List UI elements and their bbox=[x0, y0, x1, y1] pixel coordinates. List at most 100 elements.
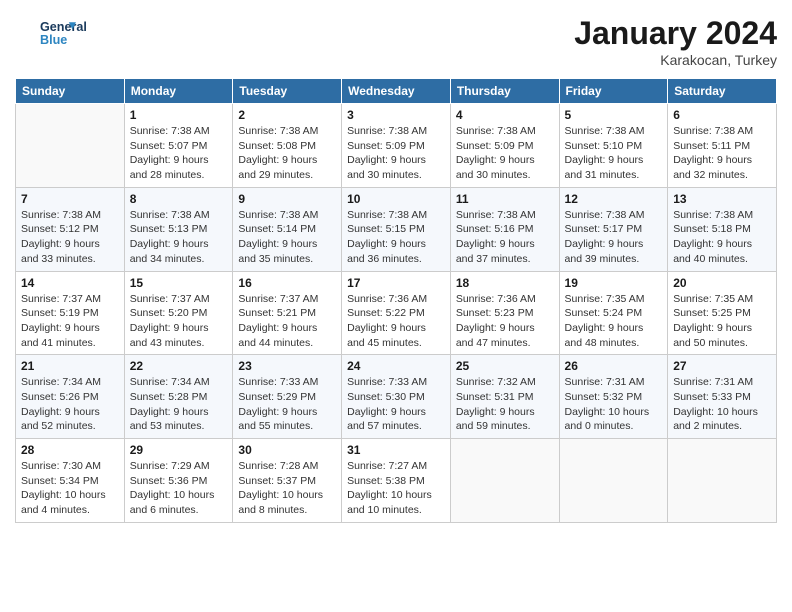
day-number: 6 bbox=[673, 108, 771, 122]
day-info: Sunrise: 7:38 AMSunset: 5:12 PMDaylight:… bbox=[21, 208, 119, 267]
month-title: January 2024 bbox=[574, 15, 777, 52]
day-number: 28 bbox=[21, 443, 119, 457]
day-header-friday: Friday bbox=[559, 79, 668, 104]
day-number: 24 bbox=[347, 359, 445, 373]
day-info: Sunrise: 7:38 AMSunset: 5:15 PMDaylight:… bbox=[347, 208, 445, 267]
day-number: 21 bbox=[21, 359, 119, 373]
day-number: 14 bbox=[21, 276, 119, 290]
day-info: Sunrise: 7:30 AMSunset: 5:34 PMDaylight:… bbox=[21, 459, 119, 518]
calendar-cell: 17 Sunrise: 7:36 AMSunset: 5:22 PMDayligh… bbox=[342, 271, 451, 355]
day-info: Sunrise: 7:29 AMSunset: 5:36 PMDaylight:… bbox=[130, 459, 228, 518]
header: General Blue January 2024 Karakocan, Tur… bbox=[15, 15, 777, 68]
day-info: Sunrise: 7:38 AMSunset: 5:11 PMDaylight:… bbox=[673, 124, 771, 183]
calendar-cell: 24 Sunrise: 7:33 AMSunset: 5:30 PMDayligh… bbox=[342, 355, 451, 439]
day-info: Sunrise: 7:31 AMSunset: 5:33 PMDaylight:… bbox=[673, 375, 771, 434]
day-info: Sunrise: 7:31 AMSunset: 5:32 PMDaylight:… bbox=[565, 375, 663, 434]
day-number: 20 bbox=[673, 276, 771, 290]
calendar-cell: 7 Sunrise: 7:38 AMSunset: 5:12 PMDaylight… bbox=[16, 187, 125, 271]
day-info: Sunrise: 7:38 AMSunset: 5:14 PMDaylight:… bbox=[238, 208, 336, 267]
day-number: 18 bbox=[456, 276, 554, 290]
day-info: Sunrise: 7:37 AMSunset: 5:20 PMDaylight:… bbox=[130, 292, 228, 351]
calendar-cell: 13Sunrise: 7:38 AMSunset: 5:18 PMDayligh… bbox=[668, 187, 777, 271]
calendar-cell: 27 Sunrise: 7:31 AMSunset: 5:33 PMDayligh… bbox=[668, 355, 777, 439]
day-info: Sunrise: 7:34 AMSunset: 5:26 PMDaylight:… bbox=[21, 375, 119, 434]
calendar-cell: 15 Sunrise: 7:37 AMSunset: 5:20 PMDayligh… bbox=[124, 271, 233, 355]
day-info: Sunrise: 7:34 AMSunset: 5:28 PMDaylight:… bbox=[130, 375, 228, 434]
day-number: 16 bbox=[238, 276, 336, 290]
day-number: 15 bbox=[130, 276, 228, 290]
calendar-cell: 29Sunrise: 7:29 AMSunset: 5:36 PMDayligh… bbox=[124, 439, 233, 523]
logo: General Blue bbox=[15, 15, 98, 56]
day-info: Sunrise: 7:38 AMSunset: 5:13 PMDaylight:… bbox=[130, 208, 228, 267]
day-number: 31 bbox=[347, 443, 445, 457]
calendar-cell: 18 Sunrise: 7:36 AMSunset: 5:23 PMDayligh… bbox=[450, 271, 559, 355]
day-number: 4 bbox=[456, 108, 554, 122]
day-info: Sunrise: 7:38 AMSunset: 5:07 PMDaylight:… bbox=[130, 124, 228, 183]
svg-text:Blue: Blue bbox=[40, 33, 67, 47]
day-info: Sunrise: 7:28 AMSunset: 5:37 PMDaylight:… bbox=[238, 459, 336, 518]
week-row-4: 21 Sunrise: 7:34 AMSunset: 5:26 PMDayligh… bbox=[16, 355, 777, 439]
calendar-cell bbox=[559, 439, 668, 523]
calendar-cell: 19 Sunrise: 7:35 AMSunset: 5:24 PMDayligh… bbox=[559, 271, 668, 355]
day-number: 8 bbox=[130, 192, 228, 206]
calendar-header-row: SundayMondayTuesdayWednesdayThursdayFrid… bbox=[16, 79, 777, 104]
day-info: Sunrise: 7:38 AMSunset: 5:09 PMDaylight:… bbox=[456, 124, 554, 183]
title-section: January 2024 Karakocan, Turkey bbox=[574, 15, 777, 68]
calendar-cell: 2Sunrise: 7:38 AMSunset: 5:08 PMDaylight… bbox=[233, 104, 342, 188]
calendar-cell bbox=[668, 439, 777, 523]
day-number: 7 bbox=[21, 192, 119, 206]
calendar-cell: 4 Sunrise: 7:38 AMSunset: 5:09 PMDaylight… bbox=[450, 104, 559, 188]
day-number: 11 bbox=[456, 192, 554, 206]
calendar-cell: 6 Sunrise: 7:38 AMSunset: 5:11 PMDaylight… bbox=[668, 104, 777, 188]
calendar-cell: 3Sunrise: 7:38 AMSunset: 5:09 PMDaylight… bbox=[342, 104, 451, 188]
day-info: Sunrise: 7:36 AMSunset: 5:23 PMDaylight:… bbox=[456, 292, 554, 351]
day-number: 19 bbox=[565, 276, 663, 290]
calendar-cell: 28 Sunrise: 7:30 AMSunset: 5:34 PMDayligh… bbox=[16, 439, 125, 523]
day-number: 10 bbox=[347, 192, 445, 206]
calendar-cell: 31 Sunrise: 7:27 AMSunset: 5:38 PMDayligh… bbox=[342, 439, 451, 523]
calendar-cell: 10 Sunrise: 7:38 AMSunset: 5:15 PMDayligh… bbox=[342, 187, 451, 271]
day-number: 27 bbox=[673, 359, 771, 373]
calendar-cell: 25Sunrise: 7:32 AMSunset: 5:31 PMDayligh… bbox=[450, 355, 559, 439]
week-row-1: 1Sunrise: 7:38 AMSunset: 5:07 PMDaylight… bbox=[16, 104, 777, 188]
day-header-monday: Monday bbox=[124, 79, 233, 104]
day-info: Sunrise: 7:36 AMSunset: 5:22 PMDaylight:… bbox=[347, 292, 445, 351]
calendar-cell bbox=[16, 104, 125, 188]
calendar-cell bbox=[450, 439, 559, 523]
day-info: Sunrise: 7:37 AMSunset: 5:19 PMDaylight:… bbox=[21, 292, 119, 351]
day-number: 30 bbox=[238, 443, 336, 457]
calendar-table: SundayMondayTuesdayWednesdayThursdayFrid… bbox=[15, 78, 777, 523]
calendar-cell: 16 Sunrise: 7:37 AMSunset: 5:21 PMDayligh… bbox=[233, 271, 342, 355]
day-info: Sunrise: 7:33 AMSunset: 5:30 PMDaylight:… bbox=[347, 375, 445, 434]
day-info: Sunrise: 7:35 AMSunset: 5:24 PMDaylight:… bbox=[565, 292, 663, 351]
day-info: Sunrise: 7:27 AMSunset: 5:38 PMDaylight:… bbox=[347, 459, 445, 518]
calendar-cell: 8 Sunrise: 7:38 AMSunset: 5:13 PMDaylight… bbox=[124, 187, 233, 271]
day-number: 13 bbox=[673, 192, 771, 206]
day-header-tuesday: Tuesday bbox=[233, 79, 342, 104]
day-number: 17 bbox=[347, 276, 445, 290]
calendar-cell: 22Sunrise: 7:34 AMSunset: 5:28 PMDayligh… bbox=[124, 355, 233, 439]
calendar-cell: 30 Sunrise: 7:28 AMSunset: 5:37 PMDayligh… bbox=[233, 439, 342, 523]
day-info: Sunrise: 7:38 AMSunset: 5:09 PMDaylight:… bbox=[347, 124, 445, 183]
day-info: Sunrise: 7:38 AMSunset: 5:16 PMDaylight:… bbox=[456, 208, 554, 267]
calendar-cell: 1Sunrise: 7:38 AMSunset: 5:07 PMDaylight… bbox=[124, 104, 233, 188]
day-info: Sunrise: 7:35 AMSunset: 5:25 PMDaylight:… bbox=[673, 292, 771, 351]
calendar-container: General Blue January 2024 Karakocan, Tur… bbox=[0, 0, 792, 612]
day-info: Sunrise: 7:32 AMSunset: 5:31 PMDaylight:… bbox=[456, 375, 554, 434]
logo-icon: General Blue bbox=[18, 15, 98, 51]
calendar-cell: 20 Sunrise: 7:35 AMSunset: 5:25 PMDayligh… bbox=[668, 271, 777, 355]
calendar-cell: 12Sunrise: 7:38 AMSunset: 5:17 PMDayligh… bbox=[559, 187, 668, 271]
week-row-5: 28 Sunrise: 7:30 AMSunset: 5:34 PMDayligh… bbox=[16, 439, 777, 523]
calendar-cell: 11 Sunrise: 7:38 AMSunset: 5:16 PMDayligh… bbox=[450, 187, 559, 271]
calendar-cell: 5Sunrise: 7:38 AMSunset: 5:10 PMDaylight… bbox=[559, 104, 668, 188]
calendar-cell: 23Sunrise: 7:33 AMSunset: 5:29 PMDayligh… bbox=[233, 355, 342, 439]
day-header-sunday: Sunday bbox=[16, 79, 125, 104]
calendar-cell: 21 Sunrise: 7:34 AMSunset: 5:26 PMDayligh… bbox=[16, 355, 125, 439]
day-header-thursday: Thursday bbox=[450, 79, 559, 104]
day-header-wednesday: Wednesday bbox=[342, 79, 451, 104]
day-info: Sunrise: 7:38 AMSunset: 5:08 PMDaylight:… bbox=[238, 124, 336, 183]
calendar-cell: 14 Sunrise: 7:37 AMSunset: 5:19 PMDayligh… bbox=[16, 271, 125, 355]
calendar-cell: 26Sunrise: 7:31 AMSunset: 5:32 PMDayligh… bbox=[559, 355, 668, 439]
day-number: 5 bbox=[565, 108, 663, 122]
day-info: Sunrise: 7:37 AMSunset: 5:21 PMDaylight:… bbox=[238, 292, 336, 351]
